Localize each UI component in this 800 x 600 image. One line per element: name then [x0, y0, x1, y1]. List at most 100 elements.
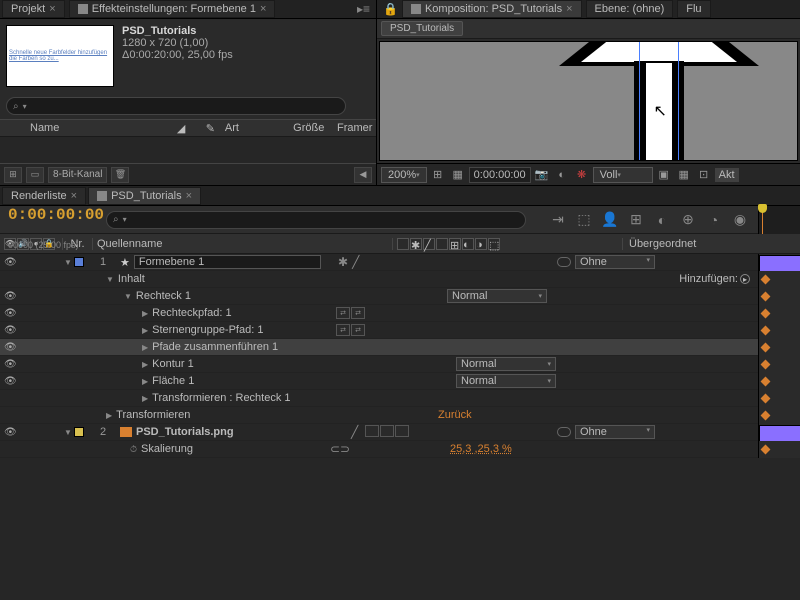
safe-zones-icon[interactable]: ⊞ — [429, 167, 447, 183]
new-folder-icon[interactable]: ▭ — [26, 167, 44, 183]
zoom-dropdown[interactable]: 200% ▾ — [381, 167, 427, 183]
close-icon[interactable]: × — [71, 190, 77, 202]
playhead[interactable] — [762, 206, 763, 234]
visibility-toggle-icon[interactable]: 👁 — [4, 257, 16, 268]
pickwhip-icon[interactable] — [557, 257, 571, 267]
col-label-icon[interactable]: ✎ — [196, 122, 225, 135]
parent-dropdown[interactable]: Ohne▾ — [575, 255, 655, 269]
keyframe-icon[interactable] — [761, 359, 771, 369]
close-icon[interactable]: × — [186, 190, 192, 202]
thumbnail[interactable]: Schnelle neue Farbfelder hinzufügen die … — [6, 25, 114, 87]
layer-track[interactable] — [758, 407, 800, 424]
tab-renderliste[interactable]: Renderliste × — [2, 187, 86, 205]
lock-icon[interactable]: 🔒 — [379, 2, 402, 16]
layer-name[interactable]: PSD_Tutorials.png — [136, 426, 234, 438]
collapse-transform-icon[interactable]: ✱ — [338, 255, 348, 269]
expand-toggle-icon[interactable]: ▼ — [106, 275, 114, 284]
layer-track[interactable] — [758, 288, 800, 305]
composition-viewer[interactable]: ↖ — [379, 41, 798, 161]
keyframe-icon[interactable] — [761, 274, 771, 284]
tab-ebene[interactable]: Ebene: (ohne) — [586, 0, 674, 18]
property-row-rechteck1[interactable]: 👁 ▼Rechteck 1 Normal▾ — [0, 288, 800, 305]
interpret-footage-icon[interactable]: ⊞ — [4, 167, 22, 183]
nav-prev-icon[interactable]: ◀ — [354, 167, 372, 183]
quality-icon[interactable]: ╱ — [351, 425, 358, 439]
layer-track[interactable] — [758, 322, 800, 339]
col-parent[interactable]: Übergeordnet — [622, 238, 758, 250]
property-row-rechteckpfad[interactable]: 👁 ▶Rechteckpfad: 1 ⇄⇄ — [0, 305, 800, 322]
keyframe-icon[interactable] — [761, 291, 771, 301]
layer-name-input[interactable]: Formebene 1 — [134, 255, 321, 269]
stopwatch-icon[interactable]: ⏱ — [130, 444, 137, 455]
layer-row-formebene[interactable]: 👁 ▼ 1 ★ Formebene 1 ✱ ╱ Ohne▾ — [0, 254, 800, 271]
dropdown-icon[interactable]: ▾ — [123, 215, 127, 224]
property-row-skalierung[interactable]: ⏱Skalierung ⊂⊃ 25,3 ,25,3 % — [0, 441, 800, 458]
property-row-pfadezusammen[interactable]: 👁 ▶Pfade zusammenführen 1 — [0, 339, 800, 356]
keyframe-icon[interactable] — [761, 376, 771, 386]
roi-icon[interactable]: ▣ — [655, 167, 673, 183]
col-art[interactable]: Art — [225, 122, 293, 134]
layer-track[interactable] — [758, 305, 800, 322]
property-row-inhalt[interactable]: ▼Inhalt Hinzufügen: ▸ — [0, 271, 800, 288]
property-row-sternengruppe[interactable]: 👁 ▶Sternengruppe-Pfad: 1 ⇄⇄ — [0, 322, 800, 339]
path-direction-icon[interactable]: ⇄ — [336, 307, 350, 319]
expand-toggle-icon[interactable]: ▶ — [142, 326, 148, 335]
preview-time[interactable]: 0:00:00:00 — [469, 167, 531, 183]
visibility-toggle-icon[interactable]: 👁 — [4, 427, 16, 438]
property-row-transform-rechteck[interactable]: ▶Transformieren : Rechteck 1 — [0, 390, 800, 407]
layer-track[interactable] — [758, 356, 800, 373]
property-row-flaeche1[interactable]: 👁 ▶Fläche 1 Normal▾ — [0, 373, 800, 390]
layer-track[interactable] — [758, 390, 800, 407]
keyframe-icon[interactable] — [761, 393, 771, 403]
auto-keyframe-icon[interactable]: ◉ — [730, 210, 750, 230]
switch-icon[interactable] — [365, 425, 379, 437]
current-timecode[interactable]: 0:00:00:00 — [0, 206, 102, 224]
path-direction-icon[interactable]: ⇄ — [351, 324, 365, 336]
label-color[interactable] — [74, 257, 84, 267]
frame-blend-icon[interactable]: ⊞ — [626, 210, 646, 230]
delete-icon[interactable]: 🗑 — [111, 167, 129, 183]
motion-blur-icon[interactable]: ◐ — [652, 210, 672, 230]
project-search-input[interactable]: ⌕ ▾ — [6, 97, 346, 115]
expand-toggle-icon[interactable]: ▼ — [62, 428, 74, 437]
expand-toggle-icon[interactable]: ▶ — [142, 394, 148, 403]
tab-komposition[interactable]: Komposition: PSD_Tutorials × — [402, 0, 582, 18]
tab-projekt[interactable]: Projekt × — [2, 0, 65, 18]
scale-value[interactable]: 25,3 ,25,3 % — [450, 443, 512, 455]
expand-toggle-icon[interactable]: ▶ — [106, 411, 112, 420]
transparency-grid-icon[interactable]: ▦ — [675, 167, 693, 183]
mask-icon[interactable]: ▦ — [449, 167, 467, 183]
tab-effekteinstellungen[interactable]: Effekteinstellungen: Formebene 1 × — [69, 0, 276, 18]
visibility-toggle-icon[interactable]: 👁 — [4, 376, 16, 387]
active-camera-label[interactable]: Akt — [715, 168, 739, 182]
visibility-toggle-icon[interactable]: 👁 — [4, 342, 16, 353]
pickwhip-icon[interactable] — [557, 427, 571, 437]
keyframe-icon[interactable] — [761, 325, 771, 335]
path-direction-icon[interactable]: ⇄ — [351, 307, 365, 319]
parent-dropdown[interactable]: Ohne▾ — [575, 425, 655, 439]
reset-link[interactable]: Zurück — [438, 409, 472, 421]
close-icon[interactable]: × — [566, 3, 572, 15]
expand-toggle-icon[interactable]: ▼ — [62, 258, 74, 267]
comp-mini-tab[interactable]: PSD_Tutorials — [381, 21, 463, 36]
keyframe-icon[interactable] — [761, 410, 771, 420]
channel-icon[interactable]: ◐ — [553, 167, 571, 183]
arrow-shape-layer[interactable]: ↖ — [569, 41, 749, 161]
constrain-proportions-icon[interactable]: ⊂⊃ — [330, 442, 350, 456]
graph-editor-icon[interactable]: ◔ — [704, 210, 724, 230]
expand-toggle-icon[interactable]: ▶ — [142, 343, 148, 352]
expand-toggle-icon[interactable]: ▼ — [124, 292, 132, 301]
layer-track[interactable] — [758, 373, 800, 390]
timeline-search-input[interactable]: ⌕ ▾ — [106, 211, 526, 229]
keyframe-icon[interactable] — [761, 342, 771, 352]
expand-toggle-icon[interactable]: ▶ — [142, 360, 148, 369]
resolution-dropdown[interactable]: Voll ▾ — [593, 167, 653, 183]
layer-row-psd-png[interactable]: 👁 ▼ 2 PSD_Tutorials.png ╱ Ohne▾ — [0, 424, 800, 441]
blend-mode-dropdown[interactable]: Normal▾ — [447, 289, 547, 303]
switch-icon[interactable] — [395, 425, 409, 437]
expand-toggle-icon[interactable]: ▶ — [142, 309, 148, 318]
shy-icon[interactable]: 👤 — [600, 210, 620, 230]
draft-3d-icon[interactable]: ⬚ — [574, 210, 594, 230]
keyframe-icon[interactable] — [761, 308, 771, 318]
blend-mode-dropdown[interactable]: Normal▾ — [456, 374, 556, 388]
